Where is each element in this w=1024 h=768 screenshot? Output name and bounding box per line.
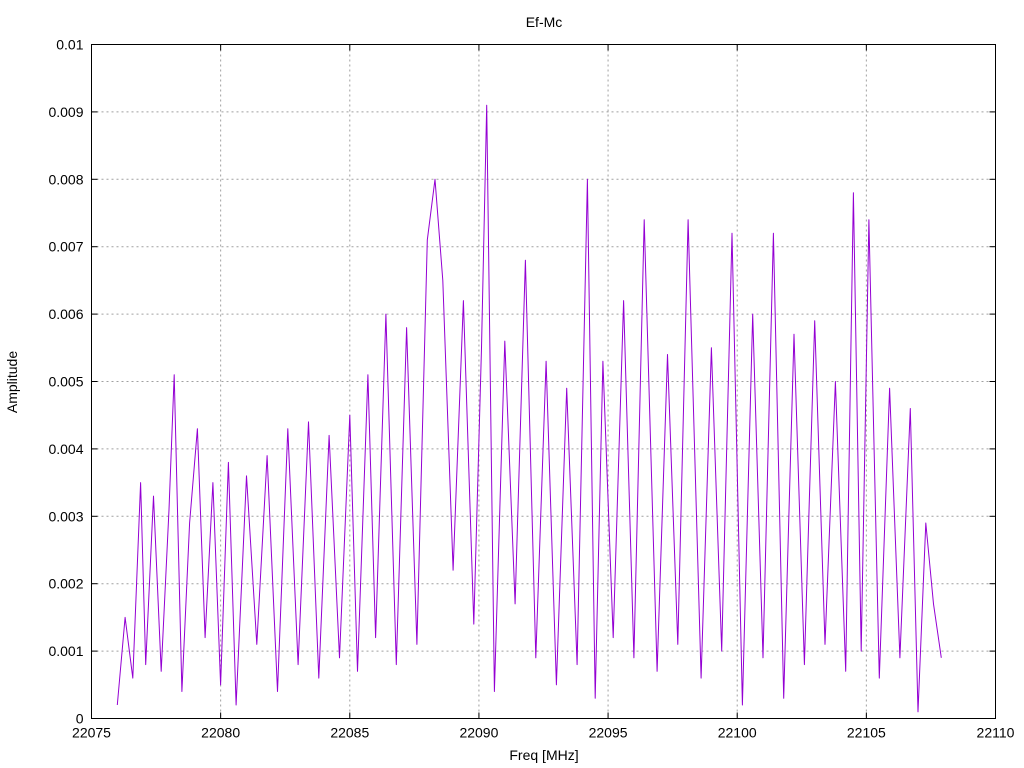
y-tick-label: 0.007 <box>48 239 83 255</box>
chart-title: Ef-Mc <box>526 14 563 30</box>
x-tick-label: 22075 <box>72 725 111 741</box>
x-tick-label: 22105 <box>847 725 886 741</box>
y-tick-label: 0.005 <box>48 374 83 390</box>
y-axis-label: Amplitude <box>4 351 20 413</box>
series-line <box>116 104 942 713</box>
y-tick-label: 0.004 <box>48 441 83 457</box>
y-tick-label: 0.006 <box>48 306 83 322</box>
x-tick-label: 22080 <box>201 725 240 741</box>
y-tick-label: 0.003 <box>48 508 83 524</box>
x-tick-label: 22100 <box>718 725 757 741</box>
y-tick-label: 0.002 <box>48 576 83 592</box>
x-axis-label: Freq [MHz] <box>509 747 578 763</box>
x-tick-label: 22110 <box>977 725 1015 741</box>
y-tick-label: 0.009 <box>48 104 83 120</box>
data-series <box>116 104 942 713</box>
y-tick-label: 0 <box>76 711 84 727</box>
y-tick-label: 0.001 <box>48 643 83 659</box>
x-tick-label: 22090 <box>459 725 498 741</box>
y-tick-label: 0.01 <box>56 37 83 53</box>
x-tick-label: 22095 <box>589 725 628 741</box>
y-tick-label: 0.008 <box>48 171 83 187</box>
tick-labels: 22075 22080 22085 22090 22095 22100 22105 22110… <box>48 37 1014 741</box>
grid-lines <box>91 44 996 719</box>
x-tick-label: 22085 <box>330 725 369 741</box>
chart-svg: 22075 22080 22085 22090 22095 22100 22105 22110… <box>4 14 1015 763</box>
